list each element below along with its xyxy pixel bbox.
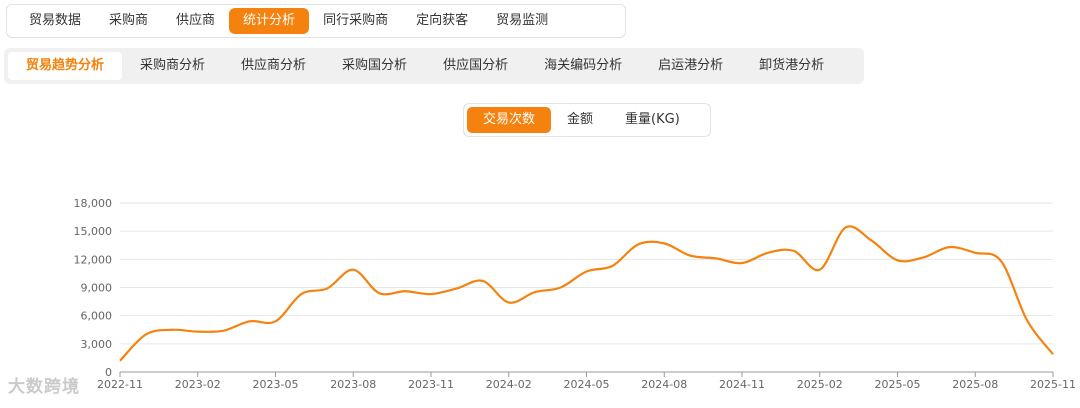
x-tick-label: 2025-02 — [797, 378, 843, 391]
y-tick-label: 12,000 — [74, 253, 113, 266]
y-tick-label: 6,000 — [81, 310, 113, 323]
y-tick-label: 18,000 — [74, 197, 113, 210]
y-tick-label: 15,000 — [74, 225, 113, 238]
x-tick-label: 2023-02 — [175, 378, 221, 391]
series-line — [119, 225, 1054, 362]
trend-line-chart: 18,00015,00012,0009,0006,0003,00002022-1… — [74, 197, 1076, 391]
x-tick-label: 2025-11 — [1030, 378, 1076, 391]
x-tick-label: 2024-02 — [486, 378, 532, 391]
x-tick-label: 2022-11 — [97, 378, 143, 391]
y-tick-label: 9,000 — [81, 282, 113, 295]
x-tick-label: 2024-11 — [719, 378, 765, 391]
x-tick-label: 2025-05 — [875, 378, 921, 391]
x-tick-label: 2023-08 — [330, 378, 376, 391]
y-tick-label: 3,000 — [81, 338, 113, 351]
x-tick-label: 2024-08 — [641, 378, 687, 391]
x-tick-label: 2025-08 — [952, 378, 998, 391]
x-tick-label: 2023-11 — [408, 378, 454, 391]
x-tick-label: 2024-05 — [564, 378, 610, 391]
x-tick-label: 2023-05 — [253, 378, 299, 391]
